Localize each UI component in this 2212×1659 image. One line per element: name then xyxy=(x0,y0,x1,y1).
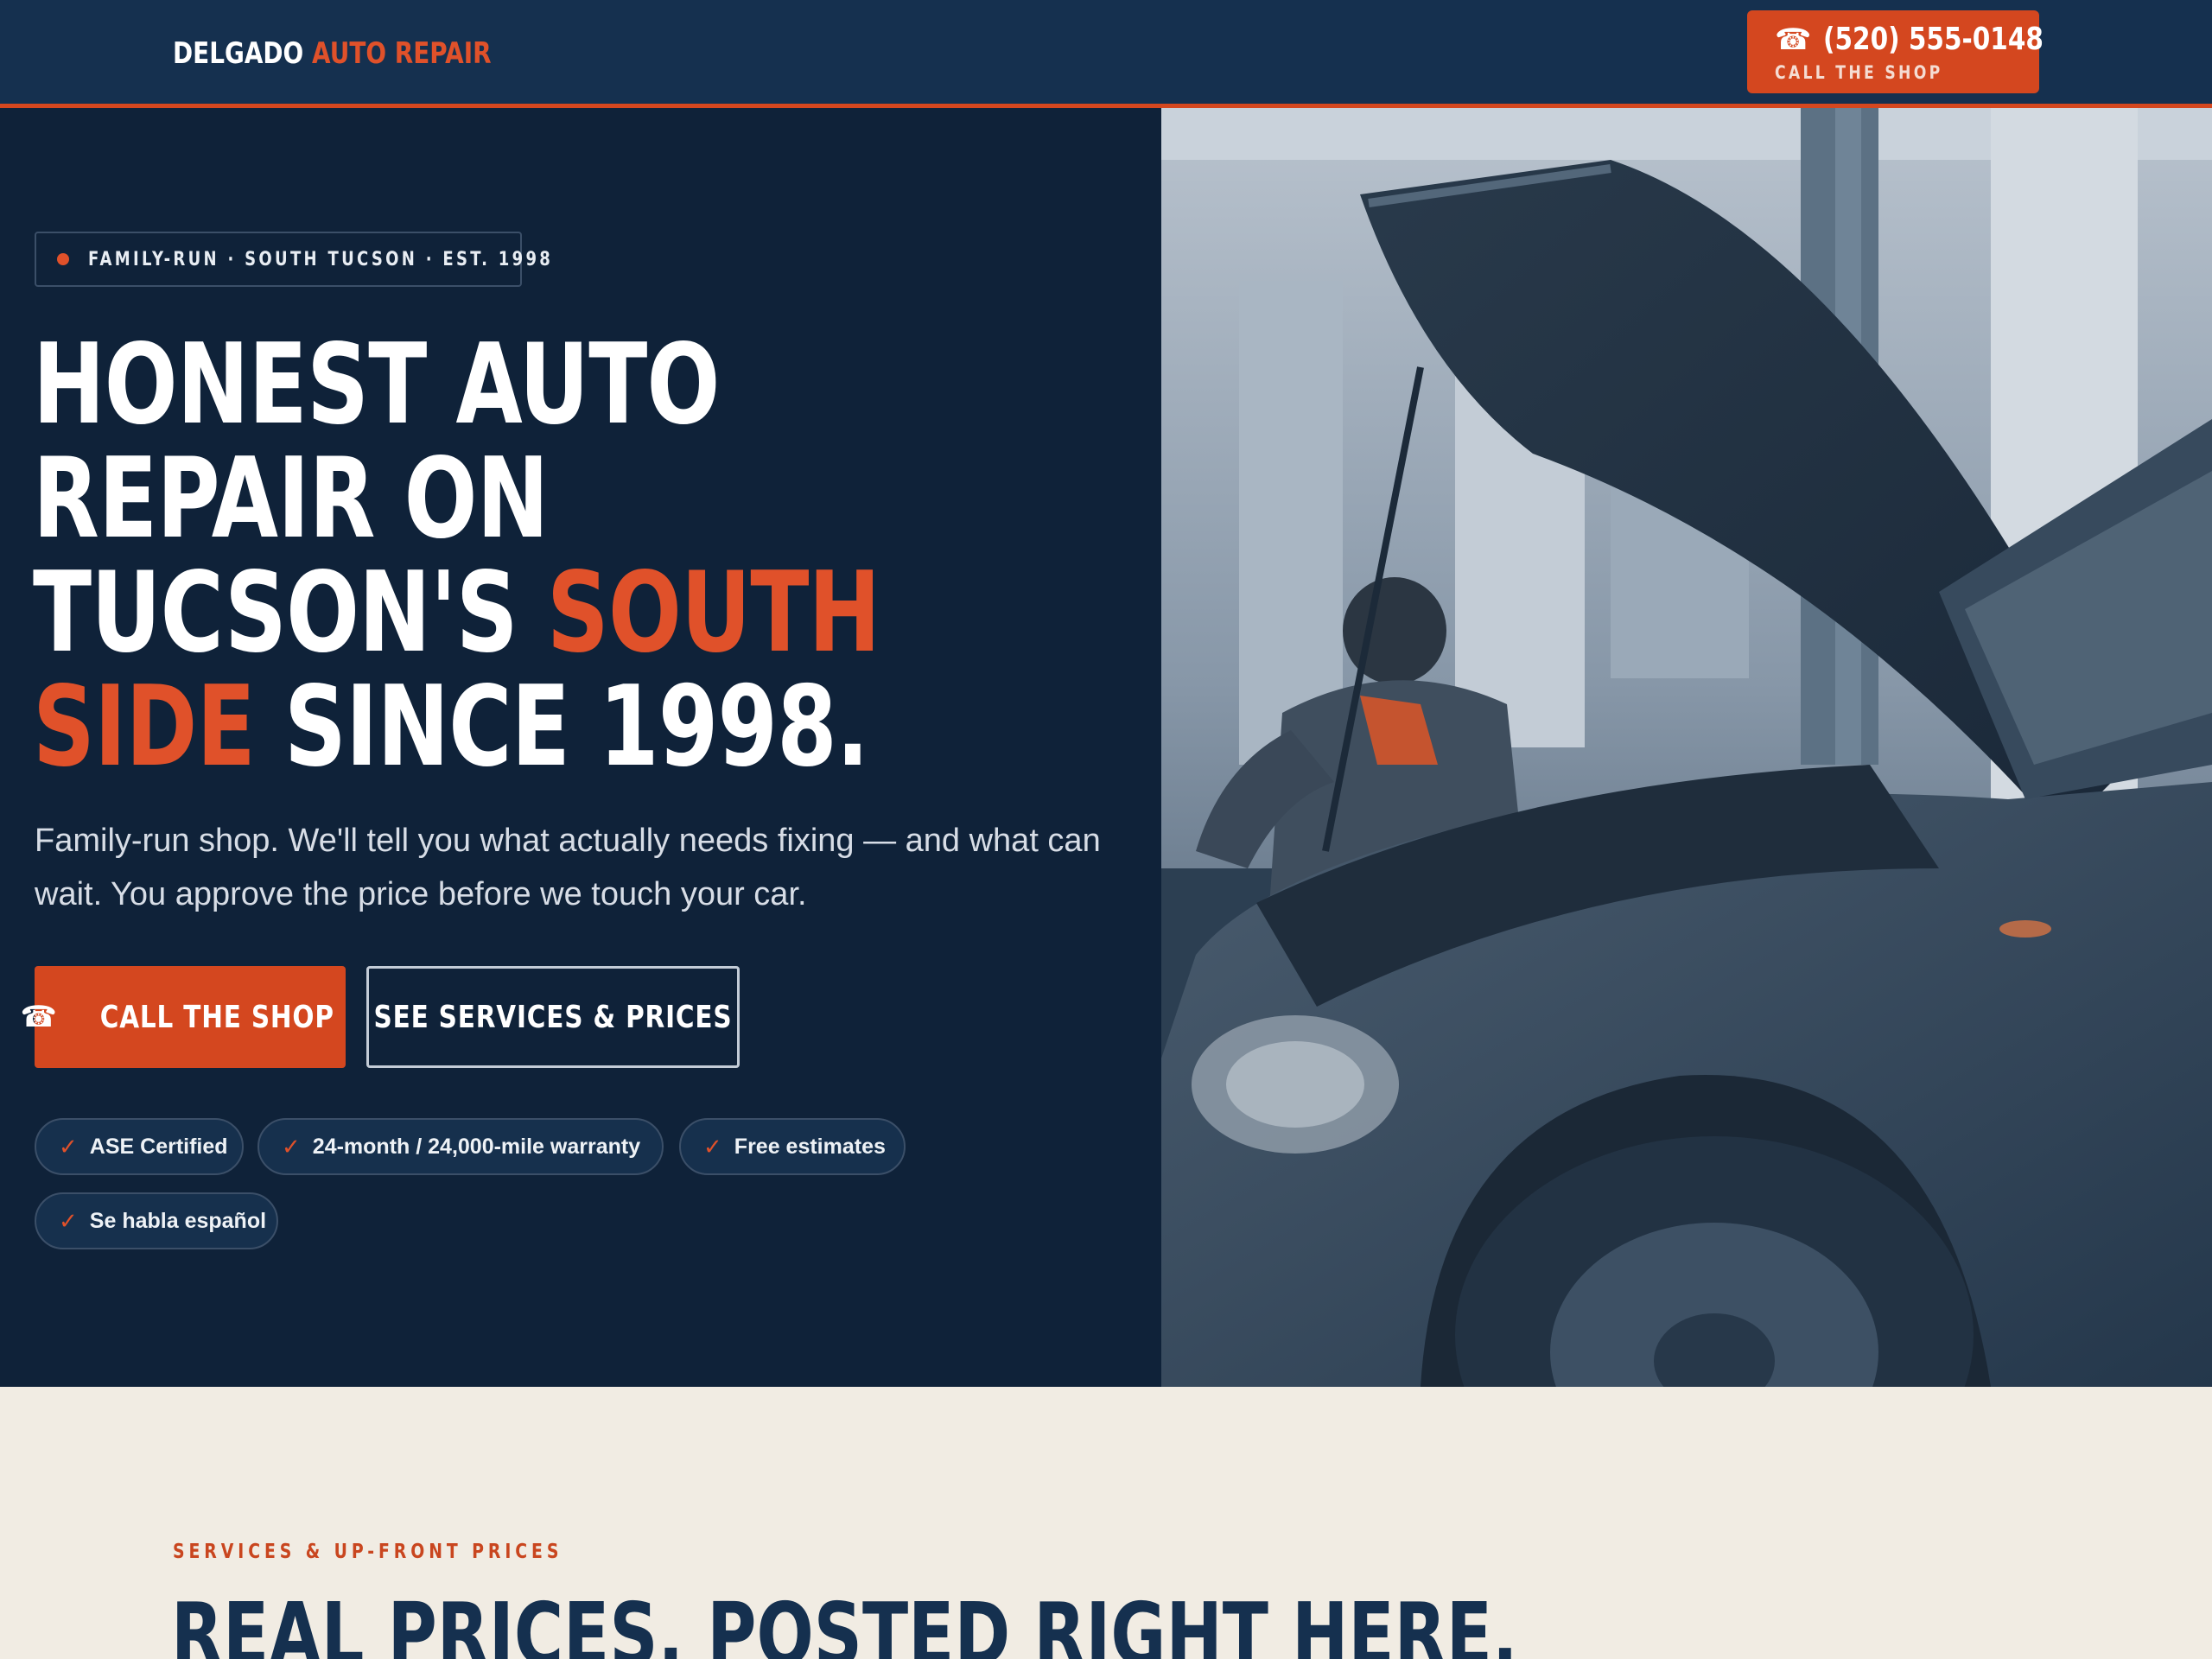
check-icon: ✓ xyxy=(703,1133,722,1160)
phone-caption: CALL THE SHOP xyxy=(1775,62,1943,83)
logo-primary: DELGADO xyxy=(173,36,304,71)
badge-label: 24-month / 24,000-mile warranty xyxy=(312,1134,641,1159)
check-icon: ✓ xyxy=(282,1133,301,1160)
badge-estimates: ✓ Free estimates xyxy=(679,1118,906,1175)
hero-eyebrow: FAMILY-RUN · SOUTH TUCSON · EST. 1998 xyxy=(35,232,550,287)
badge-label: ASE Certified xyxy=(89,1134,228,1159)
hero-headline: HONEST AUTO REPAIR ON TUCSON'S SOUTH SID… xyxy=(33,321,880,785)
services-button-label: SEE SERVICES & PRICES xyxy=(373,999,733,1035)
badge-label: Free estimates xyxy=(734,1134,886,1159)
badge-ase: ✓ ASE Certified xyxy=(35,1118,244,1175)
services-kicker: SERVICES & UP-FRONT PRICES xyxy=(173,1541,563,1563)
see-services-button[interactable]: SEE SERVICES & PRICES xyxy=(366,966,740,1068)
badge-spanish: ✓ Se habla español xyxy=(35,1192,278,1249)
headline-line-4-white: SINCE 1998. xyxy=(255,663,869,791)
headline-line-3: TUCSON'S SOUTH xyxy=(33,556,880,671)
headline-line-4-orange: SIDE xyxy=(33,663,256,791)
logo-accent: AUTO REPAIR xyxy=(311,36,492,71)
badge-label: Se habla español xyxy=(89,1208,267,1233)
phone-number: (520) 555-0148 xyxy=(1823,22,2044,57)
call-the-shop-button[interactable]: ☎ CALL THE SHOP xyxy=(21,966,346,1068)
phone-icon: ☎ xyxy=(1775,23,1812,56)
eyebrow-text: FAMILY-RUN · SOUTH TUCSON · EST. 1998 xyxy=(88,248,554,270)
headline-line-2: REPAIR ON xyxy=(33,435,549,563)
services-section: SERVICES & UP-FRONT PRICES REAL PRICES, … xyxy=(0,1387,2212,1659)
check-icon: ✓ xyxy=(59,1133,78,1160)
site-header: DELGADO AUTO REPAIR ☎ (520) 555-0148 CAL… xyxy=(0,0,2212,104)
call-button-label: CALL THE SHOP xyxy=(99,999,334,1035)
check-icon: ✓ xyxy=(59,1207,78,1234)
badge-warranty: ✓ 24-month / 24,000-mile warranty xyxy=(257,1118,664,1175)
hero-lede: Family-run shop. We'll tell you what act… xyxy=(35,823,1101,912)
headline-line-3-white: TUCSON'S xyxy=(33,549,547,677)
hero-photo-mechanic-car xyxy=(1161,108,2212,1387)
headline-line-1: HONEST AUTO xyxy=(33,321,720,449)
status-dot-icon xyxy=(57,253,69,265)
phone-icon: ☎ xyxy=(20,1001,57,1033)
mechanic-photo-illustration xyxy=(1161,108,2212,1387)
services-title: REAL PRICES, POSTED RIGHT HERE. xyxy=(171,1584,1518,1659)
headline-line-4: SIDE SINCE 1998. xyxy=(33,671,869,785)
header-call-button[interactable]: ☎ (520) 555-0148 CALL THE SHOP xyxy=(1747,10,2044,93)
headline-line-3-orange: SOUTH xyxy=(546,549,880,677)
logo[interactable]: DELGADO AUTO REPAIR xyxy=(173,36,492,71)
